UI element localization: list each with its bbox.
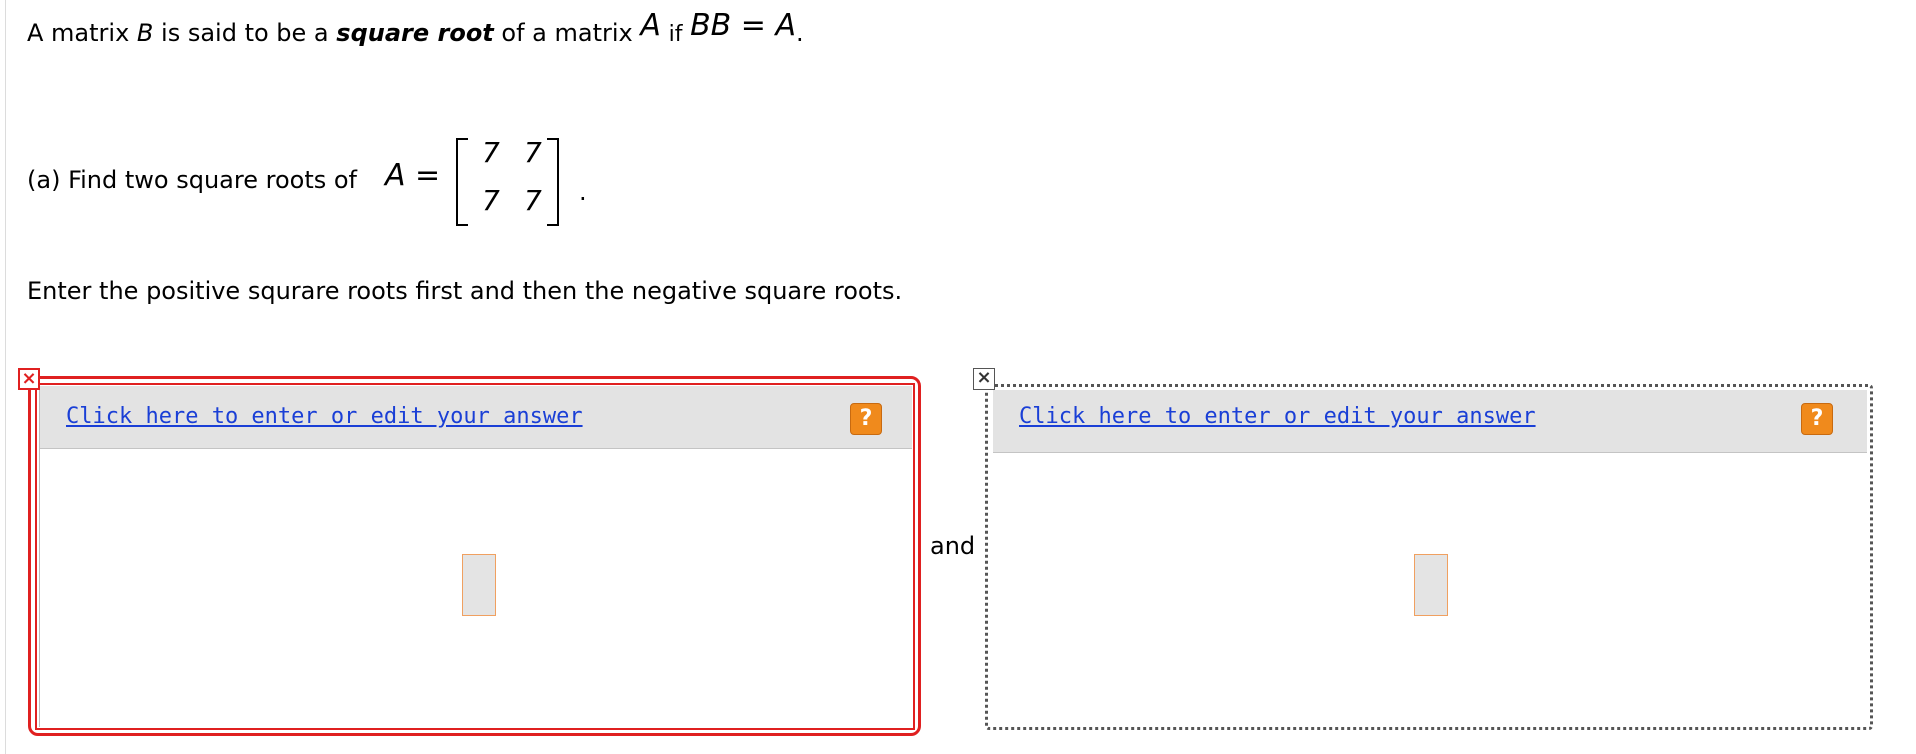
matrix-cell: 7: [524, 184, 542, 217]
intro-B: B: [136, 19, 154, 47]
matrix-period: .: [579, 178, 587, 206]
matrix-cell: 7: [482, 184, 500, 217]
matrix-right-bracket: [547, 138, 559, 226]
answer-entry-cell-right[interactable]: [1414, 554, 1448, 616]
edit-answer-link-right[interactable]: Click here to enter or edit your answer: [1019, 404, 1536, 429]
and-connector: and: [930, 532, 976, 560]
intro-period: .: [795, 19, 804, 47]
intro-if: if: [668, 22, 683, 47]
matrix-left-bracket: [456, 138, 468, 226]
matrix-cell: 7: [482, 136, 500, 169]
error-x-icon: ×: [18, 368, 40, 390]
intro-equation: BB = A: [690, 8, 796, 43]
answer-header-right: Click here to enter or edit your answer …: [993, 390, 1867, 453]
problem-intro: A matrix B is said to be a square root o…: [27, 8, 804, 49]
help-icon[interactable]: ?: [1801, 403, 1833, 435]
intro-mid: is said to be a: [161, 19, 329, 47]
matrix-cell: 7: [524, 136, 542, 169]
help-icon[interactable]: ?: [850, 403, 882, 435]
answer-box-right[interactable]: Click here to enter or edit your answer …: [993, 390, 1867, 726]
answer-box-left[interactable]: Click here to enter or edit your answer …: [39, 386, 912, 727]
instruction-text: Enter the positive squrare roots first a…: [27, 277, 903, 305]
matrix-lhs: A =: [385, 158, 441, 193]
intro-bold-term: square root: [336, 19, 494, 47]
intro-prefix: A matrix: [27, 19, 130, 47]
edit-answer-link-left[interactable]: Click here to enter or edit your answer: [66, 404, 583, 429]
matrix-A: A = 7 7 7 7 .: [385, 130, 605, 230]
page-left-border: [5, 0, 6, 754]
part-a-label: (a) Find two square roots of: [27, 166, 357, 194]
close-x-icon: ×: [973, 368, 995, 390]
intro-of: of a matrix: [501, 19, 633, 47]
intro-A: A: [640, 8, 661, 43]
answer-header-left: Click here to enter or edit your answer …: [40, 386, 912, 449]
answer-entry-cell-left[interactable]: [462, 554, 496, 616]
